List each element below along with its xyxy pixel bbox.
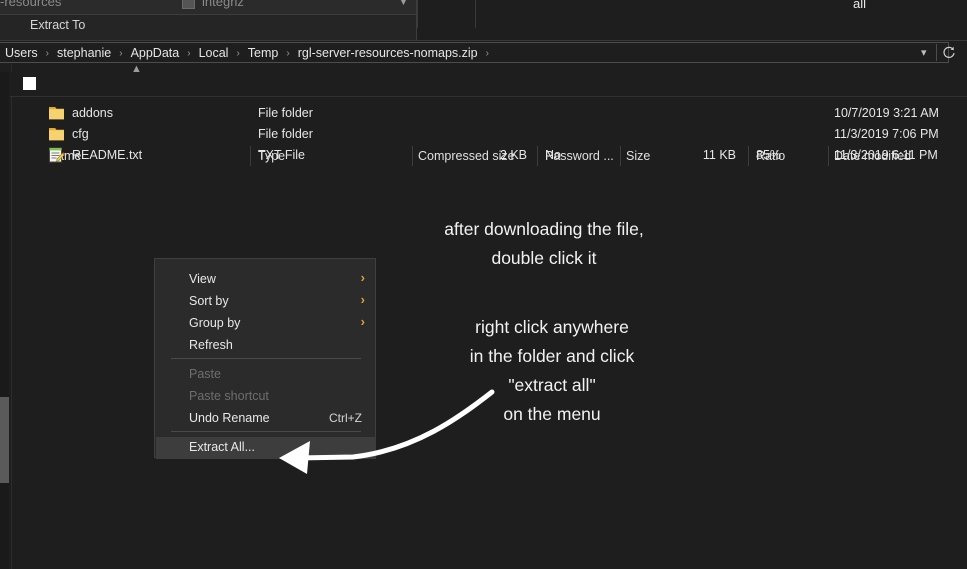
file-type: TXT File [258,148,305,162]
breadcrumb-item[interactable]: stephanie [52,46,116,60]
sort-ascending-icon[interactable]: ▲ [131,63,142,75]
file-date-modified: 10/7/2019 3:21 AM [834,106,939,120]
refresh-icon[interactable] [941,45,957,61]
menu-item-label: Group by [189,316,241,330]
text-file-icon [48,147,65,163]
menu-item-label: Sort by [189,294,229,308]
annotation-note-two-line-1: right click anywhere [475,317,629,337]
annotation-note-one-line-1: after downloading the file, [444,219,644,239]
breadcrumb-item[interactable]: Local [194,46,234,60]
annotation-note-two-line-2: in the folder and click [469,346,635,366]
folder-icon [48,105,65,121]
integrity-checkbox[interactable] [182,0,195,9]
file-date-modified: 11/3/2019 6:11 PM [834,148,938,162]
file-name[interactable]: README.txt [72,148,142,162]
breadcrumb-item[interactable]: Users [0,46,43,60]
breadcrumb-separator-icon: › [236,47,240,59]
chevron-down-icon[interactable]: ▾ [921,46,927,59]
file-type: File folder [258,127,313,141]
extract-to-label: Extract To [30,18,86,32]
select-all-checkbox[interactable] [23,77,36,90]
folder-icon [48,126,65,142]
curved-arrow-icon [255,375,515,474]
table-row[interactable]: addons File folder 10/7/2019 3:21 AM [10,103,967,124]
column-header-row: Name Type Compressed size Password ... Size R… [10,72,967,166]
file-compressed-size: 2 KB [499,148,527,162]
menu-item-label: Extract All... [189,440,255,454]
truncated-dialog-strip: -resources integriz ▼ [0,0,417,15]
file-size: 11 KB [702,148,736,162]
vertical-scrollbar-thumb[interactable] [0,397,9,483]
menu-item-refresh[interactable]: Refresh [156,335,376,357]
vertical-scrollbar-track[interactable] [0,72,9,569]
file-type: File folder [258,106,313,120]
file-name[interactable]: addons [72,106,113,120]
file-name[interactable]: cfg [72,127,89,141]
annotation-note-one-line-2: double click it [491,248,597,268]
breadcrumb-separator-icon: › [187,47,191,59]
table-row[interactable]: cfg File folder 11/3/2019 7:06 PM [10,124,967,145]
file-ratio: 85% [756,148,782,162]
integrity-checkbox-label: integriz [202,0,244,9]
breadcrumb-item[interactable]: rgl-server-resources-nomaps.zip [293,46,483,60]
file-password: No [545,148,561,162]
file-date-modified: 11/3/2019 7:06 PM [834,127,939,141]
menu-item-label: Paste [189,367,221,381]
chevron-right-icon: › [360,292,365,307]
menu-item-group-by[interactable]: Group by › [156,313,376,335]
menu-separator [171,358,361,359]
annotation-note-one: after downloading the file, double click… [404,215,684,273]
breadcrumb-separator-icon: › [286,47,290,59]
chevron-right-icon: › [360,314,365,329]
chevron-right-icon: › [360,270,365,285]
breadcrumb-item[interactable]: Temp [243,46,284,60]
chevron-down-icon[interactable]: ▼ [398,0,409,8]
file-explorer-window: -resources integriz ▼ all Extract To Use… [0,0,967,569]
extract-all-ribbon-label[interactable]: all [853,0,866,11]
ribbon-fragment: all [417,0,967,28]
breadcrumb-separator-icon: › [119,47,123,59]
menu-item-label: Refresh [189,338,233,352]
breadcrumb[interactable]: Users › stephanie › AppData › Local › Temp › rgl-s… [0,45,492,61]
menu-item-view[interactable]: View › [156,269,376,291]
menu-item-sort-by[interactable]: Sort by › [156,291,376,313]
breadcrumb-item[interactable]: AppData [126,46,185,60]
breadcrumb-separator-icon: › [45,47,49,59]
menu-item-label: View [189,272,216,286]
breadcrumb-separator-icon: › [485,47,489,59]
truncated-dialog-title: -resources [0,0,62,9]
table-row[interactable]: README.txt TXT File 2 KB No 11 KB 85% 11/3/201… [10,145,967,166]
